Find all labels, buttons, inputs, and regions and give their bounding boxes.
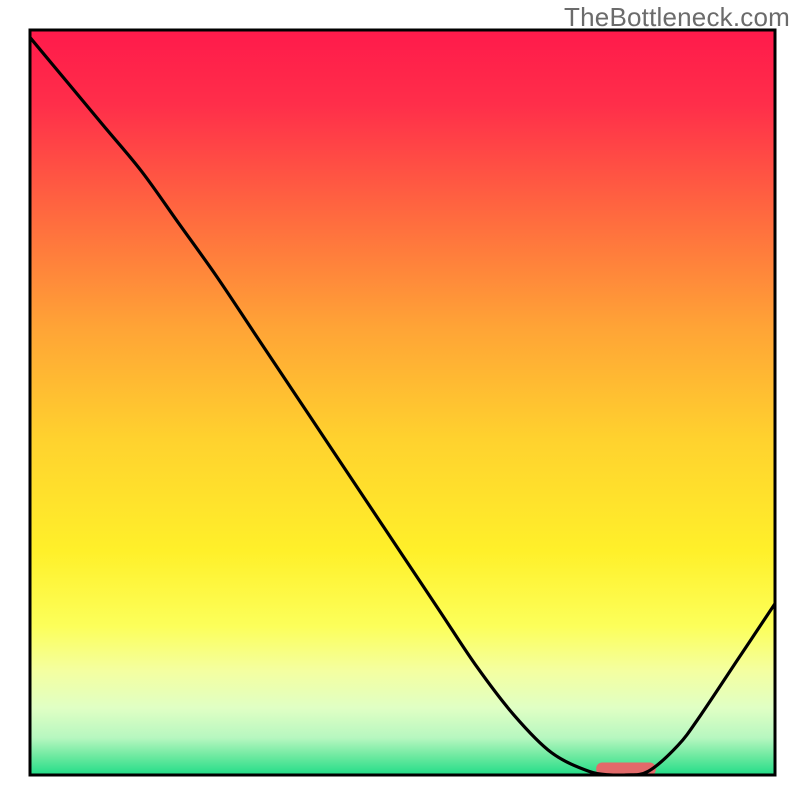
chart-container: TheBottleneck.com [0,0,800,800]
bottleneck-chart [0,0,800,800]
plot-background-gradient [30,30,775,775]
